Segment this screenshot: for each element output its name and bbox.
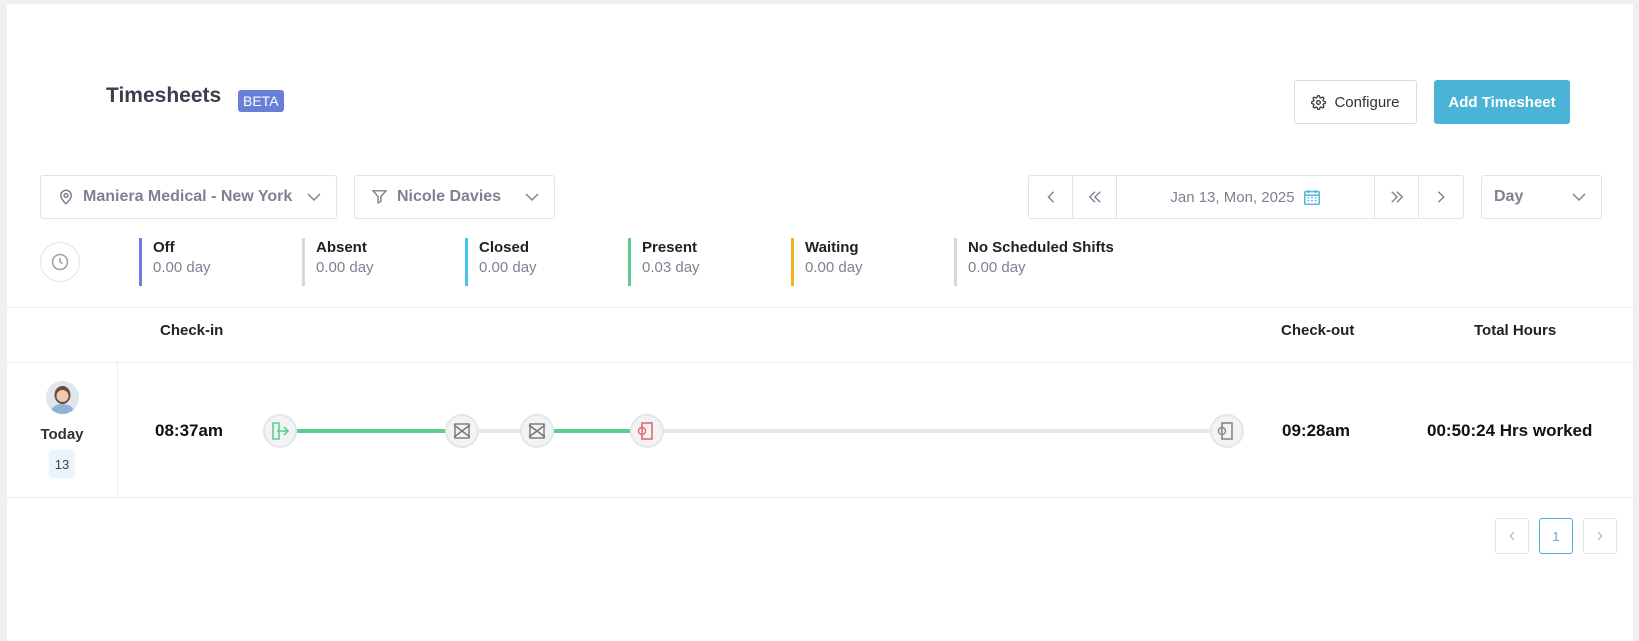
employee-filter-select[interactable]: Nicole Davies [354, 175, 555, 219]
timesheets-page: Timesheets BETA Configure Add Timesheet … [7, 4, 1633, 641]
summary-value: 0.00 day [805, 259, 863, 276]
summary-absent: Absent 0.00 day [302, 238, 374, 286]
chevron-down-icon [306, 189, 322, 205]
summary-off: Off 0.00 day [139, 238, 211, 286]
range-value: Day [1494, 188, 1524, 205]
check-out-icon[interactable] [630, 414, 664, 448]
total-hours-header: Total Hours [1474, 322, 1557, 339]
summary-no-scheduled-shifts: No Scheduled Shifts 0.00 day [954, 238, 1114, 286]
summary-value: 0.00 day [968, 259, 1026, 276]
summary-present: Present 0.03 day [628, 238, 700, 286]
chevron-right-icon [1595, 531, 1605, 541]
checkout-header: Check-out [1281, 322, 1355, 339]
add-timesheet-button[interactable]: Add Timesheet [1434, 80, 1570, 124]
location-select[interactable]: Maniera Medical - New York [40, 175, 337, 219]
date-picker[interactable]: Jan 13, Mon, 2025 [1117, 176, 1375, 218]
summary-value: 0.03 day [642, 259, 700, 276]
clock-icon [40, 242, 80, 282]
location-pin-icon [57, 188, 75, 206]
page-button-current[interactable]: 1 [1539, 518, 1573, 554]
double-chevron-left-icon [1087, 190, 1103, 204]
next-page-button[interactable] [1583, 518, 1617, 554]
summary-label: Present [642, 239, 698, 256]
checkin-time: 08:37am [155, 421, 224, 440]
range-select[interactable]: Day [1481, 175, 1602, 219]
scheduled-end-icon[interactable] [1210, 414, 1244, 448]
date-navigator: Jan 13, Mon, 2025 [1028, 175, 1464, 219]
summary-closed: Closed 0.00 day [465, 238, 537, 286]
checkout-time: 09:28am [1282, 421, 1351, 440]
divider [7, 497, 1633, 498]
date-value: Jan 13, Mon, 2025 [1170, 188, 1295, 206]
prev-day-button[interactable] [1029, 176, 1073, 218]
summary-label: Closed [479, 239, 530, 256]
chevron-down-icon [1571, 189, 1587, 205]
break-start-icon[interactable] [445, 414, 479, 448]
summary-waiting: Waiting 0.00 day [791, 238, 863, 286]
column-divider [117, 361, 118, 495]
chevron-left-icon [1044, 190, 1058, 204]
summary-label: Off [153, 239, 175, 256]
checkin-header: Check-in [160, 322, 224, 339]
filter-icon [371, 188, 389, 206]
configure-label: Configure [1334, 93, 1400, 111]
summary-label: Waiting [805, 239, 859, 256]
employee-value: Nicole Davies [397, 188, 502, 205]
page-title: Timesheets [106, 84, 222, 107]
summary-value: 0.00 day [479, 259, 537, 276]
beta-badge: BETA [238, 90, 284, 112]
calendar-icon [1303, 188, 1321, 206]
divider [7, 307, 1633, 308]
configure-button[interactable]: Configure [1294, 80, 1417, 124]
summary-label: No Scheduled Shifts [968, 239, 1114, 256]
next-day-button[interactable] [1419, 176, 1463, 218]
chevron-left-icon [1507, 531, 1517, 541]
double-chevron-right-icon [1389, 190, 1405, 204]
location-value: Maniera Medical - New York [83, 188, 293, 205]
day-number-badge: 13 [49, 450, 75, 478]
next-week-button[interactable] [1375, 176, 1419, 218]
shift-timeline [263, 414, 1244, 448]
check-in-icon[interactable] [263, 414, 297, 448]
gear-icon [1311, 94, 1327, 110]
break-end-icon[interactable] [520, 414, 554, 448]
summary-value: 0.00 day [316, 259, 374, 276]
avatar [46, 381, 79, 414]
chevron-down-icon [524, 189, 540, 205]
divider [7, 362, 1633, 363]
summary-value: 0.00 day [153, 259, 211, 276]
summary-label: Absent [316, 239, 367, 256]
prev-page-button[interactable] [1495, 518, 1529, 554]
day-label: Today [40, 426, 84, 443]
chevron-right-icon [1434, 190, 1448, 204]
prev-week-button[interactable] [1073, 176, 1117, 218]
total-hours: 00:50:24 Hrs worked [1427, 421, 1593, 440]
